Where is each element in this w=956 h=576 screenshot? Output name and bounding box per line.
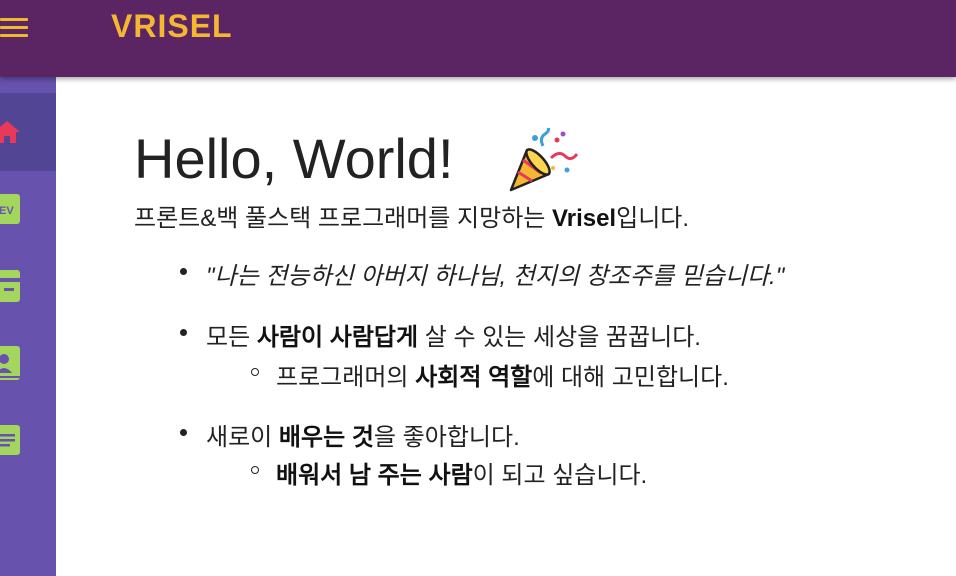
party-popper-icon	[509, 128, 579, 192]
sidebar-item-card[interactable]	[0, 247, 56, 325]
card-icon	[0, 270, 20, 302]
society-suffix: 살 수 있는 세상을 꿈꿉니다.	[418, 324, 701, 351]
learning-prefix: 새로이	[206, 424, 279, 451]
document-icon	[0, 425, 20, 455]
sub-list-item-sharing: 배워서 남 주는 사람이 되고 싶습니다.	[176, 455, 647, 490]
page-title: Hello, World!	[134, 127, 454, 190]
list-item-learning: 새로이 배우는 것을 좋아합니다.	[176, 417, 520, 452]
role-suffix: 에 대해 고민합니다.	[532, 364, 729, 391]
sidebar-item-home[interactable]	[0, 93, 56, 171]
list-item-faith: "나는 전능하신 아버지 하나님, 천지의 창조주를 믿습니다."	[176, 256, 784, 291]
svg-text:EV: EV	[0, 205, 14, 217]
learning-suffix: 을 좋아합니다.	[373, 424, 520, 451]
role-prefix: 프로그래머의	[276, 364, 416, 391]
hamburger-menu-icon[interactable]	[0, 14, 30, 40]
intro-name: Vrisel	[552, 205, 617, 232]
sidebar-item-document[interactable]	[0, 401, 56, 479]
list-item-society: 모든 사람이 사람답게 살 수 있는 세상을 꿈꿉니다.	[176, 317, 701, 352]
sub-list-item-role: 프로그래머의 사회적 역할에 대해 고민합니다.	[176, 357, 729, 392]
intro-suffix: 입니다.	[616, 205, 690, 232]
sidebar: EV	[0, 77, 56, 576]
intro-prefix: 프론트&백 풀스택 프로그래머를 지망하는	[134, 205, 553, 232]
faith-quote: "나는 전능하신 아버지 하나님, 천지의 창조주를 믿습니다."	[206, 263, 785, 290]
role-bold: 사회적 역할	[415, 364, 533, 391]
home-icon	[0, 121, 20, 143]
sharing-bold: 배워서 남 주는 사람	[276, 462, 473, 489]
top-app-bar: VRISEL	[0, 0, 956, 77]
dev-icon: EV	[0, 194, 20, 224]
society-prefix: 모든	[206, 324, 257, 351]
learning-bold: 배우는 것	[278, 424, 374, 451]
sidebar-item-profile[interactable]	[0, 324, 56, 402]
profile-card-icon	[0, 346, 20, 380]
intro-text: 프론트&백 풀스택 프로그래머를 지망하는 Vrisel입니다.	[134, 198, 689, 233]
society-bold: 사람이 사람답게	[256, 324, 419, 351]
app-logo[interactable]: VRISEL	[111, 8, 233, 45]
sharing-suffix: 이 되고 싶습니다.	[472, 462, 648, 489]
sidebar-item-dev[interactable]: EV	[0, 170, 56, 248]
